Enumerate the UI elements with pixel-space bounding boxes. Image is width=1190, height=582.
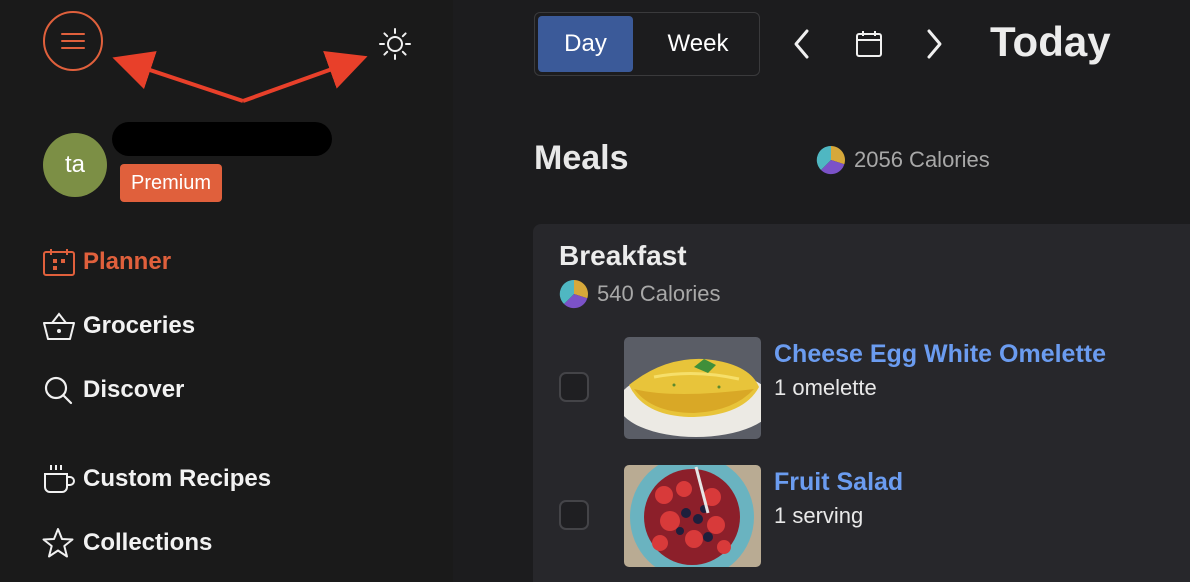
sidebar-item-label: Planner xyxy=(83,248,172,275)
page-title: Today xyxy=(990,18,1111,65)
sidebar-item-collections[interactable]: Collections xyxy=(42,523,212,563)
avatar-initials: ta xyxy=(64,151,85,178)
redacted-username xyxy=(112,122,332,156)
sidebar-item-planner[interactable]: Planner xyxy=(42,242,171,282)
meal-title: Breakfast xyxy=(559,240,687,271)
sidebar-item-label: Groceries xyxy=(83,312,196,339)
meal-calories: 540 Calories xyxy=(559,279,721,309)
date-picker-button[interactable] xyxy=(851,24,887,64)
recipe-link[interactable]: Cheese Egg White Omelette xyxy=(774,340,1106,369)
chevron-right-icon xyxy=(927,29,942,59)
calendar-icon xyxy=(856,31,882,57)
week-view-button[interactable]: Week xyxy=(645,16,751,72)
item-checkbox[interactable] xyxy=(559,500,589,530)
menu-button[interactable] xyxy=(43,11,103,71)
theme-toggle-button[interactable] xyxy=(376,25,414,63)
fruit-salad-image[interactable] xyxy=(624,465,761,567)
serving-size: 1 omelette xyxy=(774,375,877,400)
total-calories: 2056 Calories xyxy=(816,145,990,175)
next-day-button[interactable] xyxy=(916,24,952,64)
basket-icon xyxy=(42,309,76,343)
search-icon xyxy=(42,373,76,407)
sidebar-item-discover[interactable]: Discover xyxy=(42,370,184,410)
omelette-image[interactable] xyxy=(624,337,761,439)
sun-icon xyxy=(379,28,411,60)
meals-heading: Meals xyxy=(534,139,629,177)
sidebar-item-label: Discover xyxy=(83,376,185,403)
previous-day-button[interactable] xyxy=(784,24,820,64)
chevron-left-icon xyxy=(794,29,809,59)
avatar[interactable]: ta xyxy=(43,133,107,197)
macro-pie-icon xyxy=(816,145,845,175)
macro-pie-icon xyxy=(559,279,588,309)
star-icon xyxy=(42,526,76,560)
mug-icon xyxy=(42,462,76,496)
sidebar-item-label: Collections xyxy=(83,529,213,556)
recipe-link[interactable]: Fruit Salad xyxy=(774,468,903,497)
view-toggle: Day Week xyxy=(534,12,760,76)
sidebar-item-custom-recipes[interactable]: Custom Recipes xyxy=(42,459,271,499)
day-view-button[interactable]: Day xyxy=(538,16,633,72)
serving-size: 1 serving xyxy=(774,503,864,528)
hamburger-icon xyxy=(61,33,85,49)
meal-calories-text: 540 Calories xyxy=(597,281,721,306)
sidebar-item-groceries[interactable]: Groceries xyxy=(42,306,195,346)
item-checkbox[interactable] xyxy=(559,372,589,402)
premium-badge: Premium xyxy=(120,164,223,202)
sidebar-item-label: Custom Recipes xyxy=(83,465,272,492)
calendar-icon xyxy=(42,245,76,279)
total-calories-text: 2056 Calories xyxy=(854,147,990,172)
